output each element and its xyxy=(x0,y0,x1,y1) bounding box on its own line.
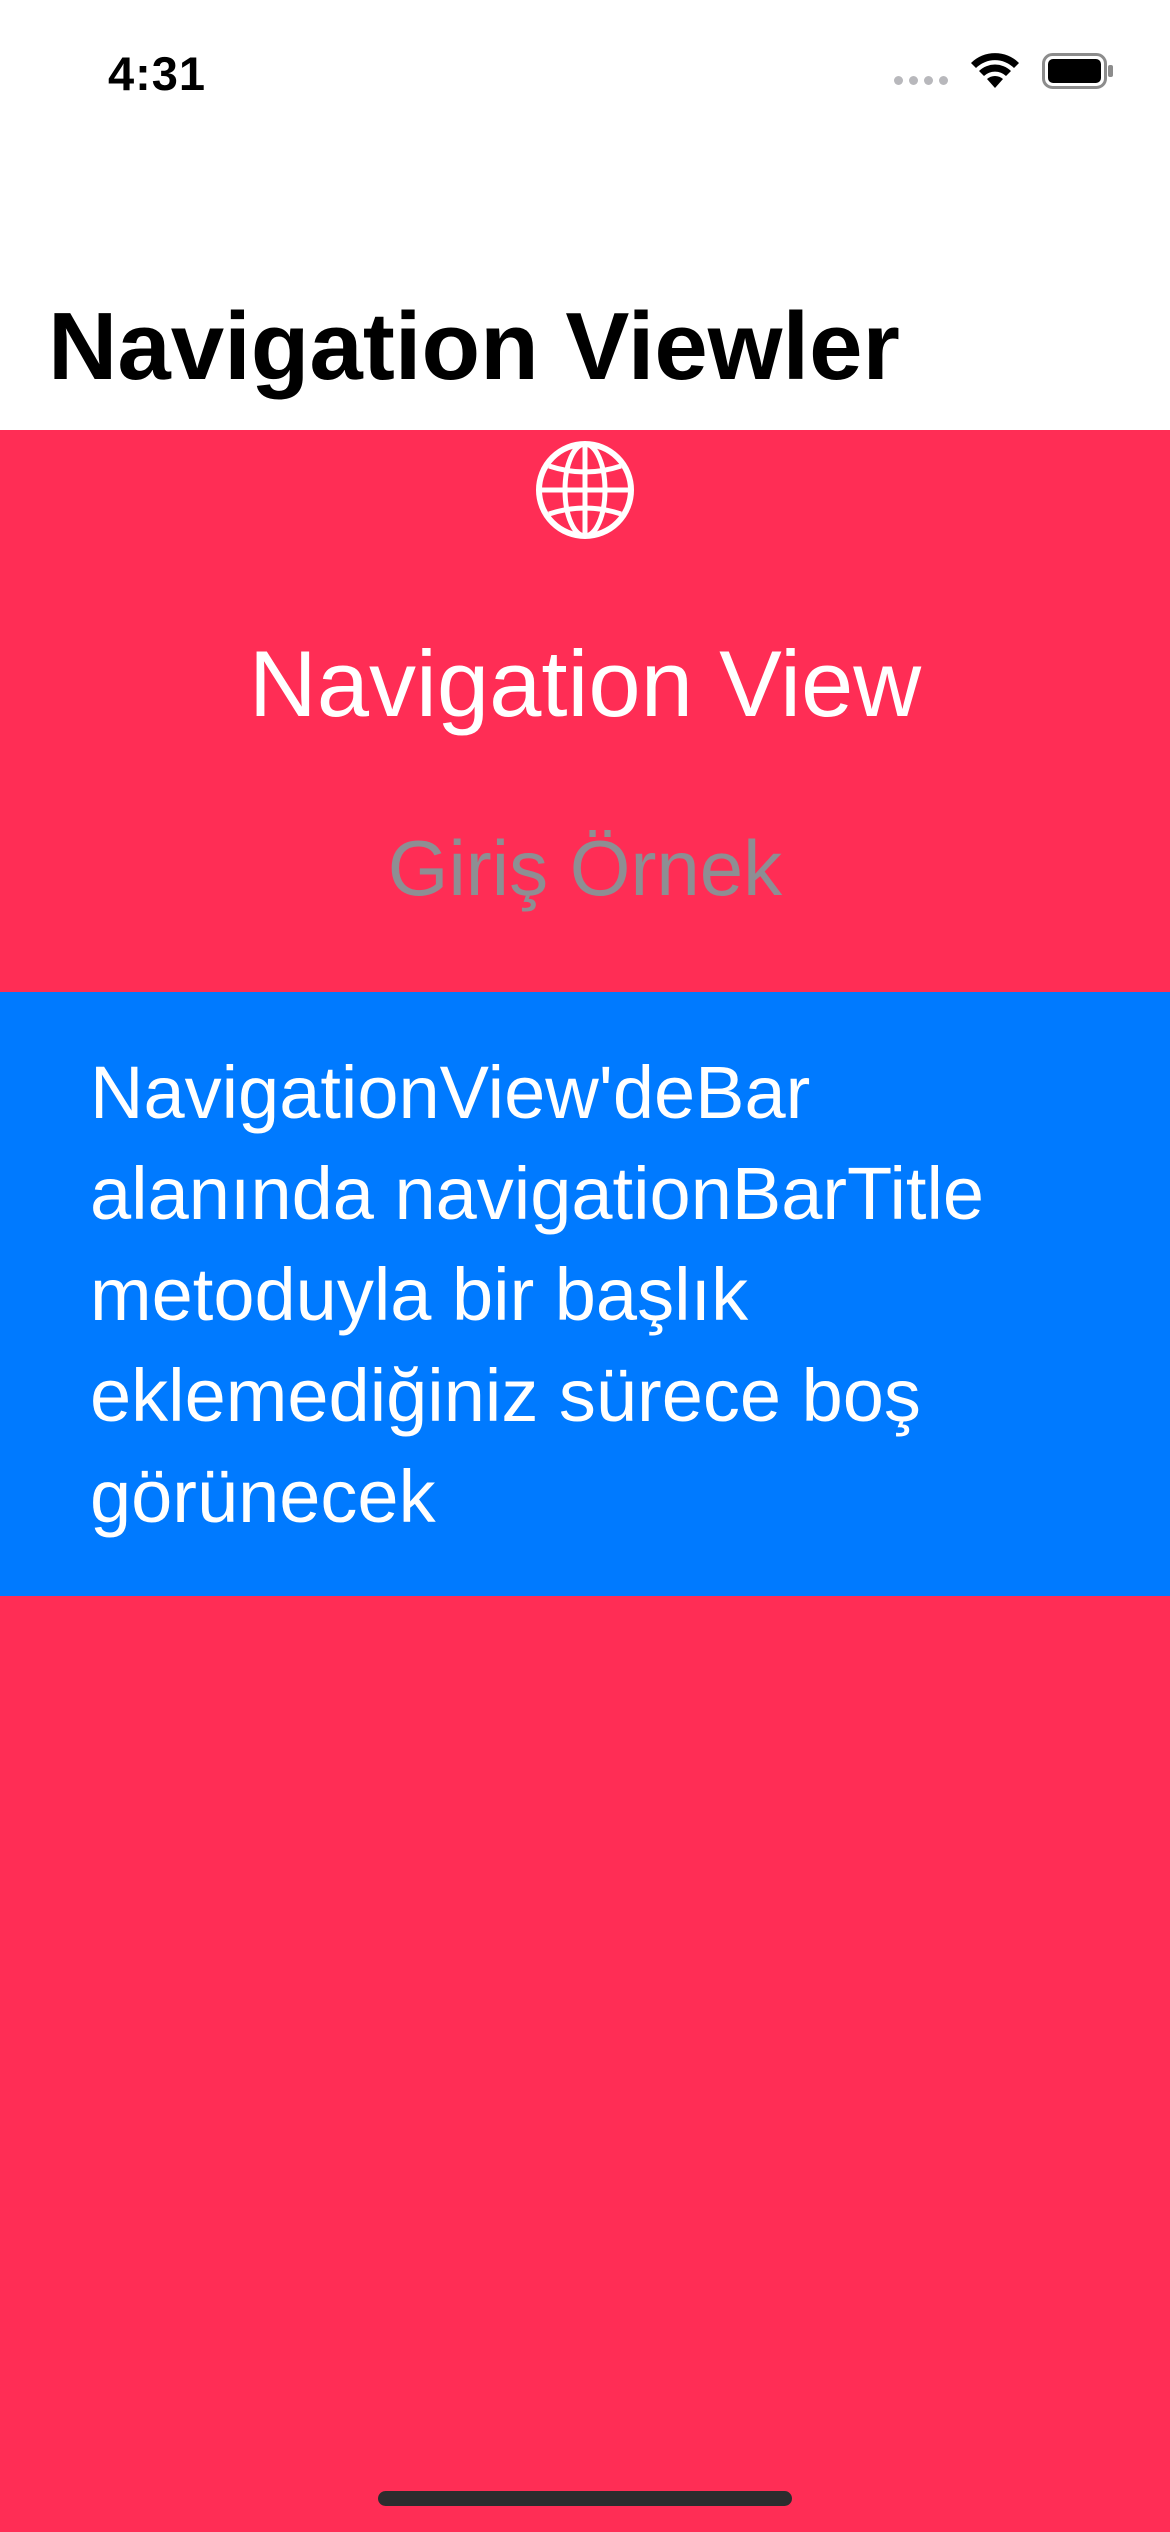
status-time: 4:31 xyxy=(108,47,207,100)
globe-icon xyxy=(536,441,634,539)
battery-icon xyxy=(1042,53,1113,89)
cellular-dots-icon xyxy=(894,75,948,85)
wifi-icon xyxy=(971,53,1019,88)
main-title: Navigation View xyxy=(248,631,922,736)
home-indicator[interactable] xyxy=(378,2491,792,2506)
navigation-bar: Navigation Viewler xyxy=(0,150,1170,430)
info-box: NavigationView'deBar alanında navigation… xyxy=(0,992,1170,1596)
status-icons xyxy=(894,52,1114,90)
status-bar: 4:31 xyxy=(0,0,1170,150)
content-area: Navigation View Giriş Örnek NavigationVi… xyxy=(0,430,1170,2532)
subtitle: Giriş Örnek xyxy=(387,824,783,912)
info-text: NavigationView'deBar alanında navigation… xyxy=(90,1051,985,1538)
page-title: Navigation Viewler xyxy=(48,293,900,400)
